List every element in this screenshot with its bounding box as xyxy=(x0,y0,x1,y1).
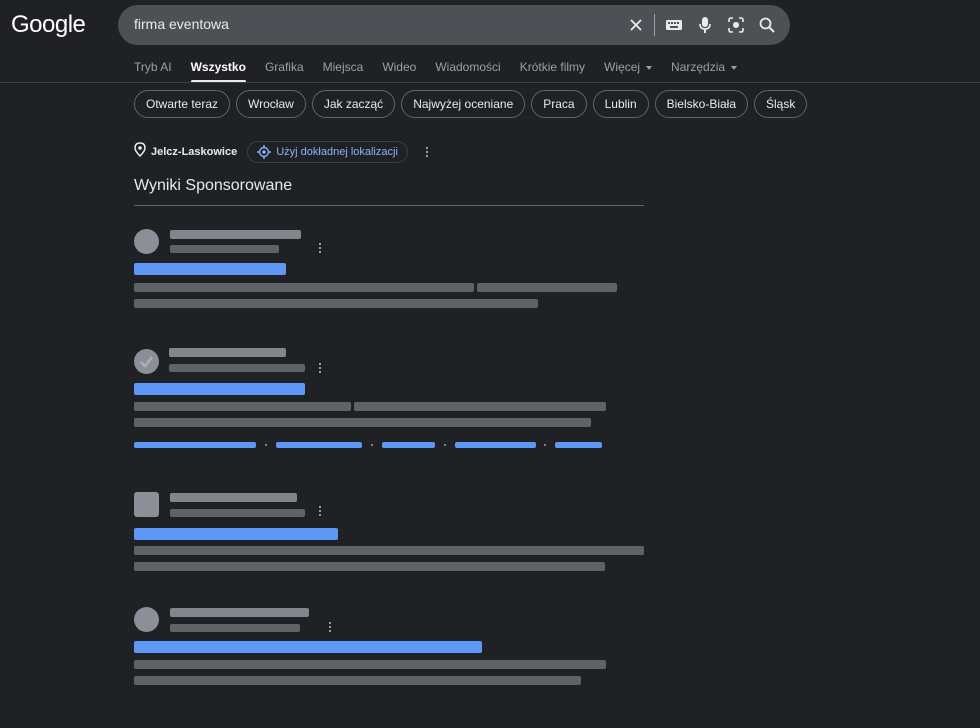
chip-jobs[interactable]: Praca xyxy=(531,90,587,118)
result-menu-icon[interactable] xyxy=(325,620,335,634)
chip-how-to-start[interactable]: Jak zacząć xyxy=(311,90,396,118)
ad-site-name-placeholder xyxy=(170,608,309,617)
ad-desc-placeholder xyxy=(477,283,617,292)
search-tabs: Tryb AI Wszystko Grafika Miejsca Wideo W… xyxy=(134,60,756,83)
chip-lublin[interactable]: Lublin xyxy=(592,90,649,118)
ad-desc-placeholder xyxy=(134,660,606,669)
result-menu-icon[interactable] xyxy=(315,361,325,375)
ad-desc-placeholder xyxy=(134,402,351,411)
chip-silesia[interactable]: Śląsk xyxy=(754,90,808,118)
location-name: Jelcz-Laskowice xyxy=(151,146,238,158)
result-menu-icon[interactable] xyxy=(315,241,325,255)
ad-site-name-placeholder xyxy=(170,230,301,239)
ad-favicon xyxy=(134,492,159,517)
tab-tools[interactable]: Narzędzia xyxy=(671,60,738,82)
search-icon[interactable] xyxy=(757,15,777,35)
ad-title-placeholder[interactable] xyxy=(134,528,338,540)
ad-url-placeholder xyxy=(170,624,300,632)
precise-location-button[interactable]: Użyj dokładnej lokalizacji xyxy=(247,141,408,163)
ad-favicon xyxy=(134,229,159,254)
location-row: Jelcz-Laskowice Użyj dokładnej lokalizac… xyxy=(134,141,432,163)
sitelink-separator xyxy=(544,444,546,446)
sitelink-placeholder[interactable] xyxy=(382,442,435,448)
search-input[interactable]: firma eventowa xyxy=(134,16,229,32)
tab-ai-mode[interactable]: Tryb AI xyxy=(134,60,172,82)
tab-tools-label: Narzędzia xyxy=(671,60,726,74)
ad-url-placeholder xyxy=(169,364,305,372)
crosshair-icon xyxy=(257,145,272,159)
sitelink-placeholder[interactable] xyxy=(276,442,362,448)
ad-title-placeholder[interactable] xyxy=(134,641,482,653)
tabs-divider xyxy=(0,82,980,83)
tab-video[interactable]: Wideo xyxy=(382,60,416,82)
ad-desc-placeholder xyxy=(134,299,538,308)
keyboard-icon[interactable] xyxy=(664,15,684,35)
ad-desc-placeholder xyxy=(134,418,591,427)
precise-location-label: Użyj dokładnej lokalizacji xyxy=(276,146,398,158)
chip-open-now[interactable]: Otwarte teraz xyxy=(134,90,231,118)
sitelink-separator xyxy=(265,444,267,446)
ad-site-name-placeholder xyxy=(169,348,286,357)
sitelink-placeholder[interactable] xyxy=(455,442,536,448)
tab-images[interactable]: Grafika xyxy=(265,60,304,82)
tab-more-label: Więcej xyxy=(604,60,641,74)
sitelink-separator xyxy=(371,444,373,446)
google-logo[interactable]: Google xyxy=(11,11,86,39)
tab-news[interactable]: Wiadomości xyxy=(435,60,500,82)
ad-url-placeholder xyxy=(170,509,305,517)
result-menu-icon[interactable] xyxy=(315,504,325,518)
ad-site-name-placeholder xyxy=(170,493,297,502)
ad-favicon xyxy=(134,607,159,632)
more-options-icon[interactable] xyxy=(422,145,432,159)
section-title: Wyniki Sponsorowane xyxy=(134,177,293,194)
ad-desc-placeholder xyxy=(134,676,581,685)
tab-all[interactable]: Wszystko xyxy=(190,60,247,83)
ad-favicon xyxy=(134,349,159,374)
chip-top-rated[interactable]: Najwyżej oceniane xyxy=(401,90,526,118)
ad-title-placeholder[interactable] xyxy=(134,263,286,275)
sitelink-separator xyxy=(444,444,446,446)
ad-url-placeholder xyxy=(170,245,279,253)
chevron-down-icon xyxy=(731,65,738,70)
chip-wroclaw[interactable]: Wrocław xyxy=(236,90,306,118)
chip-bielsko-biala[interactable]: Bielsko-Biała xyxy=(654,90,749,118)
sitelink-placeholder[interactable] xyxy=(134,442,256,448)
ad-desc-placeholder xyxy=(354,402,606,411)
tab-short-videos[interactable]: Krótkie filmy xyxy=(520,60,585,82)
ad-desc-placeholder xyxy=(134,546,644,555)
search-bar[interactable]: firma eventowa xyxy=(118,5,790,45)
close-icon[interactable] xyxy=(626,15,646,35)
chevron-down-icon xyxy=(646,65,653,70)
checkmark-icon xyxy=(140,356,153,368)
tab-places[interactable]: Miejsca xyxy=(323,60,364,82)
refinement-chips: Otwarte teraz Wrocław Jak zacząć Najwyże… xyxy=(134,90,808,118)
ad-desc-placeholder xyxy=(134,562,605,571)
mic-icon[interactable] xyxy=(695,15,715,35)
section-divider xyxy=(134,205,644,206)
sitelink-placeholder[interactable] xyxy=(555,442,602,448)
ad-title-placeholder[interactable] xyxy=(134,383,305,395)
tab-more[interactable]: Więcej xyxy=(604,60,653,82)
location-pin-icon xyxy=(134,142,146,162)
lens-icon[interactable] xyxy=(726,15,746,35)
search-divider xyxy=(654,14,655,36)
ad-desc-placeholder xyxy=(134,283,474,292)
